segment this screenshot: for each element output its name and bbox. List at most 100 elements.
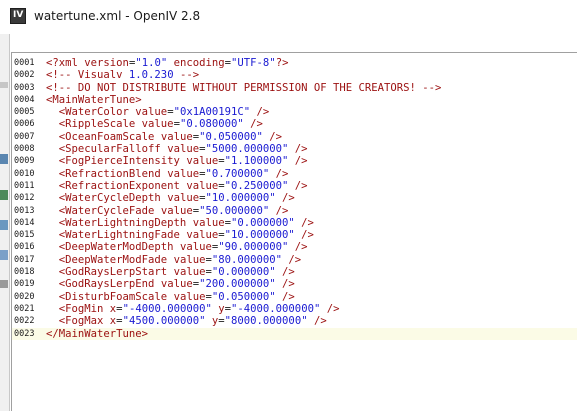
- code-line[interactable]: 0019 <GodRaysLerpEnd value="200.000000" …: [12, 278, 577, 290]
- code-line[interactable]: 0016 <DeepWaterModDepth value="90.000000…: [12, 241, 577, 253]
- code-token: value: [179, 241, 212, 254]
- strip-decoration: [0, 250, 8, 260]
- code-token: "0x1A00191C": [173, 106, 251, 119]
- code-line[interactable]: 0003 <!-- DO NOT DISTRIBUTE WITHOUT PERMI…: [12, 82, 577, 94]
- code-token: value: [167, 167, 200, 180]
- code-token: />: [294, 229, 314, 242]
- line-number: 0021: [14, 303, 35, 314]
- code-line[interactable]: 0015 <WaterLightningFade value="10.00000…: [12, 229, 577, 241]
- code-token: "90.000000": [218, 241, 289, 254]
- code-line[interactable]: 0010 <RefractionBlend value="0.700000" /…: [12, 168, 577, 180]
- code-token: 1.0.230: [128, 69, 174, 82]
- code-line[interactable]: 0001 <?xml version="1.0" encoding="UTF-8"…: [12, 57, 577, 69]
- code-token: />: [250, 106, 270, 119]
- code-text: <!-- Visualv 1.0.230 -->: [46, 69, 199, 81]
- code-line[interactable]: 0018 <GodRaysLerpStart value="0.000000" …: [12, 266, 577, 278]
- line-number: 0016: [14, 242, 35, 253]
- strip-decoration: [0, 82, 8, 88]
- code-token: <!-- DO NOT DISTRIBUTE WITHOUT PERMISSIO…: [46, 81, 442, 94]
- line-number: 0017: [14, 254, 35, 265]
- line-number: 0019: [14, 279, 35, 290]
- line-number: 0012: [14, 193, 35, 204]
- code-token: <MainWaterTune>: [46, 93, 142, 106]
- code-text: <WaterLightningDepth value="0.000000" />: [46, 217, 314, 229]
- line-number: 0002: [14, 70, 35, 81]
- code-token: "0.050000": [211, 290, 276, 303]
- code-line[interactable]: 0014 <WaterLightningDepth value="0.00000…: [12, 217, 577, 229]
- code-line[interactable]: 0022 <FogMax x="4500.000000" y="8000.000…: [12, 315, 577, 327]
- code-token: "8000.000000": [224, 315, 308, 328]
- line-number: 0010: [14, 168, 35, 179]
- line-number: 0007: [14, 131, 35, 142]
- code-token: <WaterColor: [46, 106, 136, 119]
- code-line[interactable]: 0021 <FogMin x="-4000.000000" y="-4000.0…: [12, 303, 577, 315]
- window-titlebar[interactable]: IV watertune.xml - OpenIV 2.8: [0, 0, 577, 34]
- code-token: "50.000000": [199, 204, 270, 217]
- code-line[interactable]: 0007 <OceanFoamScale value="0.050000" />: [12, 131, 577, 143]
- code-line[interactable]: 0009 <FogPierceIntensity value="1.100000…: [12, 155, 577, 167]
- code-token: "1.100000": [224, 155, 289, 168]
- code-text: <SpecularFalloff value="5000.000000" />: [46, 143, 308, 155]
- line-number: 0011: [14, 180, 35, 191]
- code-token: "0.050000": [199, 130, 263, 143]
- code-token: value: [167, 143, 200, 156]
- code-token: />: [307, 315, 327, 328]
- code-line[interactable]: 0005 <WaterColor value="0x1A00191C" />: [12, 106, 577, 118]
- code-token: value: [141, 118, 174, 131]
- code-line[interactable]: 0002 <!-- Visualv 1.0.230 -->: [12, 69, 577, 81]
- code-token: />: [269, 204, 289, 217]
- code-line[interactable]: 0008 <SpecularFalloff value="5000.000000…: [12, 143, 577, 155]
- code-token: />: [294, 216, 314, 229]
- code-line[interactable]: 0017 <DeepWaterModFade value="80.000000"…: [12, 254, 577, 266]
- code-token: "4500.000000": [122, 315, 206, 328]
- code-token: <FogPierceIntensity: [46, 155, 187, 168]
- code-text: <OceanFoamScale value="0.050000" />: [46, 131, 282, 143]
- code-token: "UTF-8": [231, 57, 276, 69]
- xml-code-editor[interactable]: 0001 <?xml version="1.0" encoding="UTF-8"…: [11, 52, 577, 411]
- code-token: <DeepWaterModDepth: [46, 241, 180, 254]
- app-icon-label: IV: [13, 10, 24, 20]
- code-text: <RefractionExponent value="0.250000" />: [46, 180, 308, 192]
- code-token: <WaterLightningFade: [46, 229, 187, 242]
- code-token: />: [320, 302, 340, 315]
- code-line[interactable]: 0020 <DisturbFoamScale value="0.050000" …: [12, 291, 577, 303]
- code-text: <DeepWaterModDepth value="90.000000" />: [46, 241, 308, 253]
- code-token: <WaterCycleFade: [46, 204, 161, 217]
- code-text: <DeepWaterModFade value="80.000000" />: [46, 254, 301, 266]
- code-token: <?xml: [46, 57, 85, 69]
- code-token: />: [288, 155, 308, 168]
- code-token: "0.000000": [211, 266, 276, 279]
- code-token: value: [160, 130, 193, 143]
- code-token: <GodRaysLerpStart: [46, 266, 174, 279]
- line-number: 0004: [14, 94, 35, 105]
- code-token: <SpecularFalloff: [46, 143, 168, 156]
- window-title: watertune.xml - OpenIV 2.8: [34, 9, 201, 23]
- code-token: value: [173, 253, 206, 266]
- code-token: value: [173, 266, 206, 279]
- code-text: <RefractionBlend value="0.700000" />: [46, 167, 289, 180]
- code-text: <MainWaterTune>: [46, 94, 142, 106]
- code-token: "0.080000": [179, 118, 244, 131]
- code-text: <FogMin x="-4000.000000" y="-4000.000000…: [46, 302, 340, 315]
- code-line[interactable]: 0013 <WaterCycleFade value="50.000000" /…: [12, 205, 577, 217]
- code-token: <RippleScale: [46, 118, 142, 131]
- openiv-app-icon[interactable]: IV: [10, 8, 26, 24]
- code-line[interactable]: 0012 <WaterCycleDepth value="10.000000" …: [12, 192, 577, 204]
- code-line[interactable]: 0023 </MainWaterTune>: [12, 327, 577, 340]
- code-token: -->: [173, 69, 200, 82]
- line-number: 0005: [14, 107, 35, 118]
- code-text: <FogPierceIntensity value="1.100000" />: [46, 155, 308, 167]
- code-line[interactable]: 0011 <RefractionExponent value="0.250000…: [12, 180, 577, 192]
- code-token: />: [275, 290, 295, 303]
- code-token: value: [173, 290, 206, 303]
- code-token: value: [186, 229, 219, 242]
- code-line[interactable]: 0006 <RippleScale value="0.080000" />: [12, 118, 577, 130]
- code-token: />: [275, 266, 295, 279]
- code-line[interactable]: 0004 <MainWaterTune>: [12, 94, 577, 106]
- background-window-strip: [0, 34, 10, 411]
- line-number: 0009: [14, 156, 35, 167]
- code-token: "10.000000": [224, 229, 295, 242]
- code-token: <OceanFoamScale: [46, 130, 161, 143]
- code-token: />: [288, 179, 308, 192]
- code-text: <?xml version="1.0" encoding="UTF-8"?>: [46, 57, 288, 69]
